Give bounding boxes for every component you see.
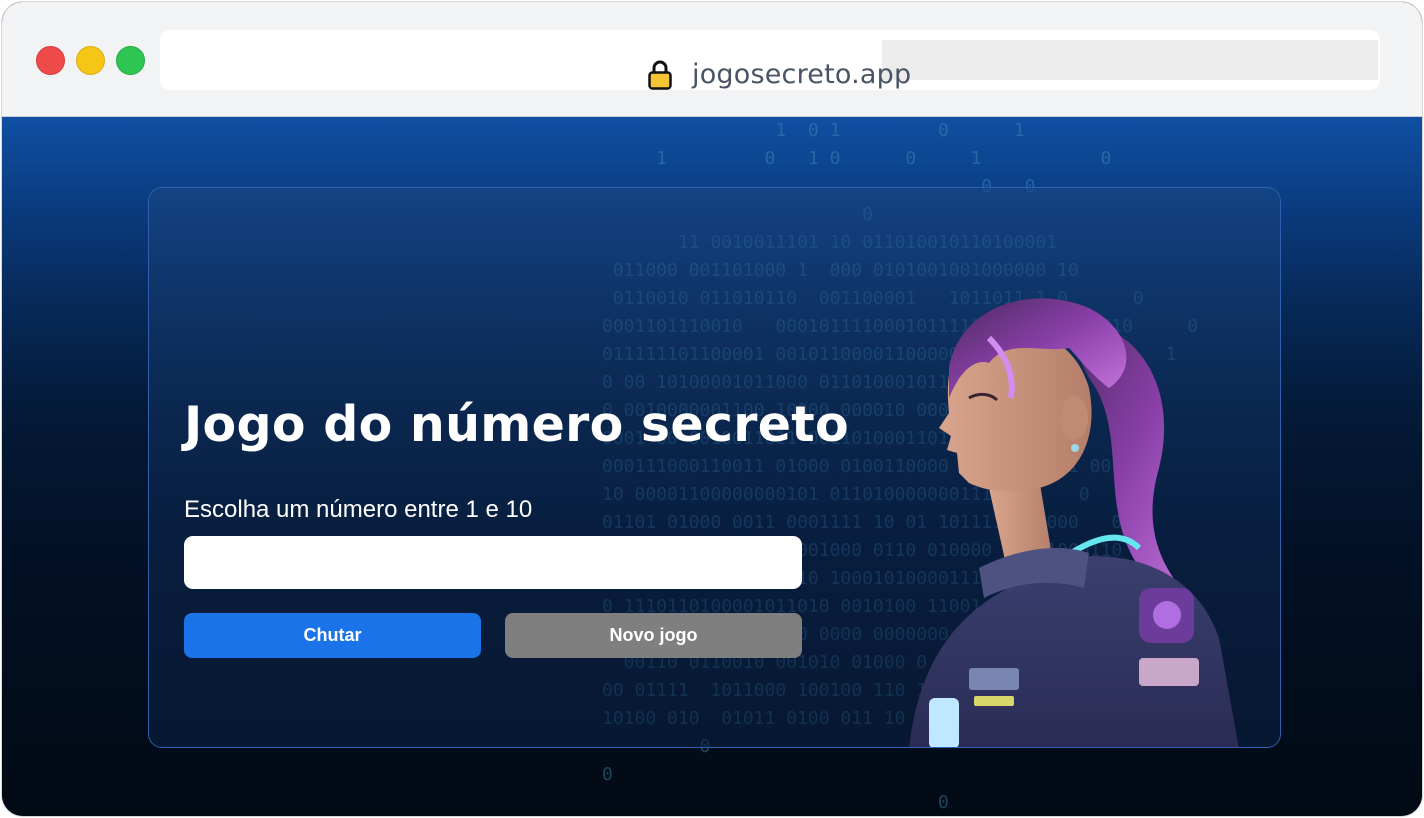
page-title: Jogo do número secreto bbox=[184, 396, 849, 453]
minimize-window-button[interactable] bbox=[76, 46, 105, 75]
address-url: jogosecreto.app bbox=[692, 59, 912, 90]
page-content: 1 0 1 0 1 1 0 1 0 0 1 0 0 0 0 11 0010011… bbox=[2, 117, 1422, 816]
maximize-window-button[interactable] bbox=[116, 46, 145, 75]
guess-button[interactable]: Chutar bbox=[184, 613, 481, 658]
astronaut-illustration bbox=[909, 298, 1239, 747]
instruction-text: Escolha um número entre 1 e 10 bbox=[184, 496, 533, 523]
new-game-button[interactable]: Novo jogo bbox=[505, 613, 802, 658]
lock-icon bbox=[648, 60, 672, 90]
guess-input[interactable] bbox=[184, 536, 802, 589]
browser-window: jogosecreto.app 1 0 1 0 1 1 0 1 0 0 1 0 … bbox=[1, 1, 1423, 817]
address-bar[interactable]: jogosecreto.app bbox=[160, 30, 1380, 90]
game-card: Jogo do número secreto Escolha um número… bbox=[148, 187, 1281, 748]
browser-titlebar: jogosecreto.app bbox=[2, 2, 1422, 117]
close-window-button[interactable] bbox=[36, 46, 65, 75]
address-bar-shade bbox=[882, 40, 1378, 80]
